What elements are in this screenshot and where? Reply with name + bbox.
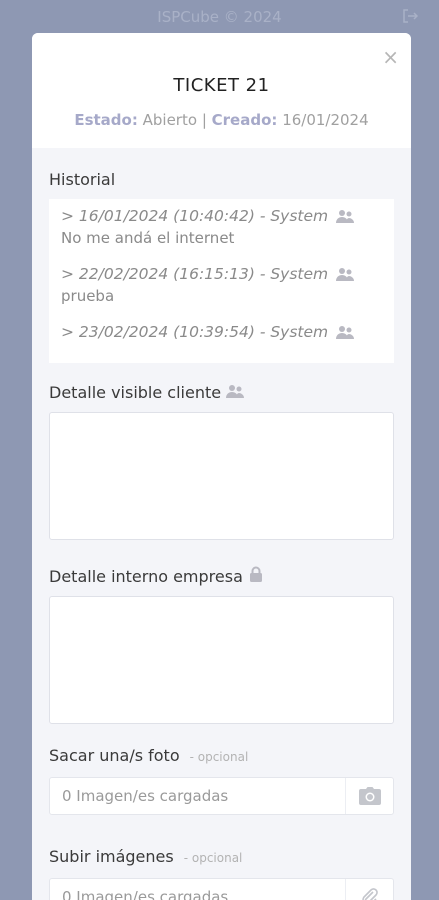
- created-key: Creado:: [211, 111, 278, 129]
- people-icon: [336, 326, 355, 339]
- history-entry-header: > 22/02/2024 (16:15:13) - System: [61, 265, 329, 283]
- upload-label: Subir imágenes: [49, 847, 174, 866]
- background-footer: ISPCube © 2024: [157, 8, 282, 26]
- history-entry-header: > 16/01/2024 (10:40:42) - System: [61, 207, 329, 225]
- upload-input-group: [49, 878, 394, 900]
- modal-body: Historial > 16/01/2024 (10:40:42) - Syst…: [32, 170, 411, 900]
- people-icon: [336, 268, 355, 281]
- photo-count-field[interactable]: [50, 778, 345, 814]
- upload-count-field[interactable]: [50, 879, 345, 900]
- created-value: 16/01/2024: [282, 111, 369, 129]
- history-label: Historial: [49, 170, 116, 189]
- logout-icon: [402, 8, 419, 24]
- client-detail-textarea[interactable]: [49, 412, 394, 540]
- history-entry: > 22/02/2024 (16:15:13) - System prueba: [61, 265, 382, 305]
- modal-header: × TICKET 21 Estado: Abierto | Creado: 16…: [32, 33, 411, 148]
- internal-detail-label-row: Detalle interno empresa: [49, 566, 394, 586]
- photo-optional: - opcional: [189, 750, 249, 764]
- history-entry-message: prueba: [61, 287, 115, 305]
- history-entry-header: > 23/02/2024 (10:39:54) - System: [61, 323, 329, 341]
- camera-button[interactable]: [345, 778, 393, 814]
- people-icon: [226, 385, 245, 398]
- client-detail-label-row: Detalle visible cliente: [49, 383, 394, 402]
- upload-button[interactable]: [345, 879, 393, 900]
- close-button[interactable]: ×: [382, 47, 399, 67]
- meta-separator: |: [201, 111, 207, 129]
- internal-detail-label: Detalle interno empresa: [49, 567, 243, 586]
- upload-label-row: Subir imágenes - opcional: [49, 847, 394, 866]
- history-entry-message: No me andá el internet: [61, 229, 235, 247]
- paperclip-icon: [361, 888, 378, 900]
- upload-optional: - opcional: [183, 851, 243, 865]
- history-entry: > 23/02/2024 (10:39:54) - System: [61, 323, 382, 341]
- internal-detail-textarea[interactable]: [49, 596, 394, 724]
- ticket-title: TICKET 21: [173, 75, 270, 96]
- status-value: Abierto: [142, 111, 198, 129]
- photo-input-group: [49, 777, 394, 815]
- ticket-meta: Estado: Abierto | Creado: 16/01/2024: [32, 111, 411, 129]
- client-detail-label: Detalle visible cliente: [49, 383, 222, 402]
- history-entry: > 16/01/2024 (10:40:42) - System No me a…: [61, 207, 382, 247]
- photo-label: Sacar una/s foto: [49, 746, 180, 765]
- photo-label-row: Sacar una/s foto - opcional: [49, 746, 394, 765]
- camera-icon: [358, 787, 381, 805]
- status-key: Estado:: [74, 111, 138, 129]
- ticket-modal: × TICKET 21 Estado: Abierto | Creado: 16…: [32, 33, 411, 900]
- people-icon: [336, 210, 355, 223]
- lock-icon: [249, 566, 262, 582]
- history-box[interactable]: > 16/01/2024 (10:40:42) - System No me a…: [49, 199, 394, 363]
